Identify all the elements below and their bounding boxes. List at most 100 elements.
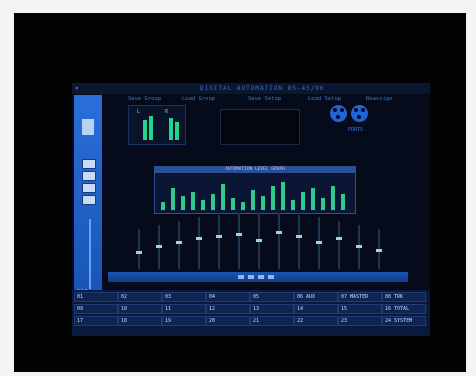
fader-rail[interactable] — [298, 215, 300, 269]
fader-cap[interactable] — [296, 235, 302, 238]
sidebar-panel: 128 — [74, 95, 102, 299]
fader-rail[interactable] — [178, 221, 180, 269]
graph-bar — [341, 194, 345, 210]
graph-bar — [321, 198, 325, 210]
fader-rail[interactable] — [198, 217, 200, 269]
meter-bar-right — [169, 118, 173, 140]
fader-rail[interactable] — [338, 221, 340, 269]
fader-cap[interactable] — [236, 233, 242, 236]
graph-bar — [261, 196, 265, 210]
channel-cell[interactable]: 10 — [118, 304, 162, 314]
graph-bar — [231, 198, 235, 210]
channel-cell[interactable]: 15 — [338, 304, 382, 314]
graph-bar — [271, 186, 275, 210]
level-meter: L R — [128, 105, 186, 145]
channel-cell[interactable]: 06 AUX — [294, 292, 338, 302]
menu-load-group[interactable]: Load Group — [182, 96, 215, 102]
tape-slot-icon — [82, 119, 94, 135]
strip-button[interactable] — [268, 275, 274, 279]
channel-cell[interactable]: 18 — [118, 316, 162, 326]
meter-bar-left-2 — [149, 116, 153, 140]
window-title: DIGITAL AUTOMATION 8S-45/96 — [200, 85, 325, 92]
graph-bar — [241, 202, 245, 210]
channel-cell[interactable]: 16 TOTAL — [382, 304, 426, 314]
menu-save-group[interactable]: Save Group — [128, 96, 161, 102]
menu-save-setup[interactable]: Save Setup — [248, 96, 281, 102]
fader-cap[interactable] — [136, 251, 142, 254]
app-screen: × DIGITAL AUTOMATION 8S-45/96 Save Group… — [72, 83, 430, 336]
fader-cap[interactable] — [376, 249, 382, 252]
sidebar-button-2[interactable] — [82, 171, 96, 181]
meter-bar-left — [143, 120, 147, 140]
tape-reel-right-icon[interactable] — [351, 105, 368, 122]
channel-cell[interactable]: 02 — [118, 292, 162, 302]
fader-console — [108, 211, 430, 273]
graph-bar — [181, 196, 185, 210]
fader-cap[interactable] — [276, 231, 282, 234]
channel-cell[interactable]: 11 — [162, 304, 206, 314]
graph-header: AUTOMATION LEVEL GRAPH — [155, 167, 355, 173]
channel-cell[interactable]: 04 — [206, 292, 250, 302]
fader-cap[interactable] — [316, 241, 322, 244]
channel-cell[interactable]: 12 — [206, 304, 250, 314]
monitor-bezel: × DIGITAL AUTOMATION 8S-45/96 Save Group… — [14, 13, 466, 372]
menu-reassign[interactable]: Reassign — [366, 96, 393, 102]
sidebar-button-1[interactable] — [82, 159, 96, 169]
menu-load-setup[interactable]: Load Setup — [308, 96, 341, 102]
channel-cell[interactable]: 09 — [74, 304, 118, 314]
channel-cell[interactable]: 08 TRK — [382, 292, 426, 302]
fader-rail[interactable] — [238, 213, 240, 269]
timecode-display — [220, 109, 300, 145]
graph-bar — [161, 202, 165, 210]
tape-reel-left-icon[interactable] — [330, 105, 347, 122]
fader-rail[interactable] — [138, 229, 140, 269]
sidebar-button-3[interactable] — [82, 183, 96, 193]
meter-left-icon: L — [137, 109, 141, 115]
channel-cell[interactable]: 14 — [294, 304, 338, 314]
fader-cap[interactable] — [356, 245, 362, 248]
fader-cap[interactable] — [256, 239, 262, 242]
fader-cap[interactable] — [176, 241, 182, 244]
channel-cell[interactable]: 24 SYSTEM — [382, 316, 426, 326]
graph-bar — [281, 182, 285, 210]
graph-title: AUTOMATION LEVEL GRAPH — [225, 167, 285, 172]
strip-button[interactable] — [238, 275, 244, 279]
channel-cell[interactable]: 20 — [206, 316, 250, 326]
fader-cap[interactable] — [216, 235, 222, 238]
meter-right-icon: R — [165, 109, 169, 115]
channel-cell[interactable]: 07 MASTER — [338, 292, 382, 302]
title-bar: × DIGITAL AUTOMATION 8S-45/96 — [72, 83, 430, 94]
channel-cell[interactable]: 13 — [250, 304, 294, 314]
fader-rail[interactable] — [218, 215, 220, 269]
graph-bar — [311, 188, 315, 210]
fader-cap[interactable] — [156, 245, 162, 248]
sidebar-fader-rail[interactable] — [89, 219, 91, 289]
channel-cell[interactable]: 21 — [250, 316, 294, 326]
sidebar-button-4[interactable] — [82, 195, 96, 205]
channel-cell[interactable]: 01 — [74, 292, 118, 302]
channel-cell[interactable]: 19 — [162, 316, 206, 326]
channel-cell[interactable]: 05 — [250, 292, 294, 302]
graph-bar — [201, 200, 205, 210]
graph-bar — [331, 186, 335, 210]
automation-graph: AUTOMATION LEVEL GRAPH — [154, 166, 356, 214]
channel-cell[interactable]: 22 — [294, 316, 338, 326]
strip-button[interactable] — [258, 275, 264, 279]
menu-bar: Save Group Load Group Save Setup Load Se… — [128, 96, 428, 105]
graph-bar — [251, 190, 255, 210]
graph-bar — [191, 192, 195, 210]
graph-bar — [301, 192, 305, 210]
fader-cap[interactable] — [336, 237, 342, 240]
graph-bar — [221, 184, 225, 210]
close-icon[interactable]: × — [75, 83, 79, 94]
fader-cap[interactable] — [196, 237, 202, 240]
channel-cell[interactable]: 23 — [338, 316, 382, 326]
strip-button[interactable] — [248, 275, 254, 279]
channel-cell[interactable]: 17 — [74, 316, 118, 326]
fader-rail[interactable] — [278, 213, 280, 269]
transport-label: PORTS — [348, 127, 364, 133]
console-front-strip — [108, 272, 408, 282]
meter-bar-right-2 — [175, 122, 179, 140]
channel-cell[interactable]: 03 — [162, 292, 206, 302]
channel-grid: 01 02 03 04 05 06 AUX 07 MASTER 08 TRK 0… — [72, 290, 430, 336]
